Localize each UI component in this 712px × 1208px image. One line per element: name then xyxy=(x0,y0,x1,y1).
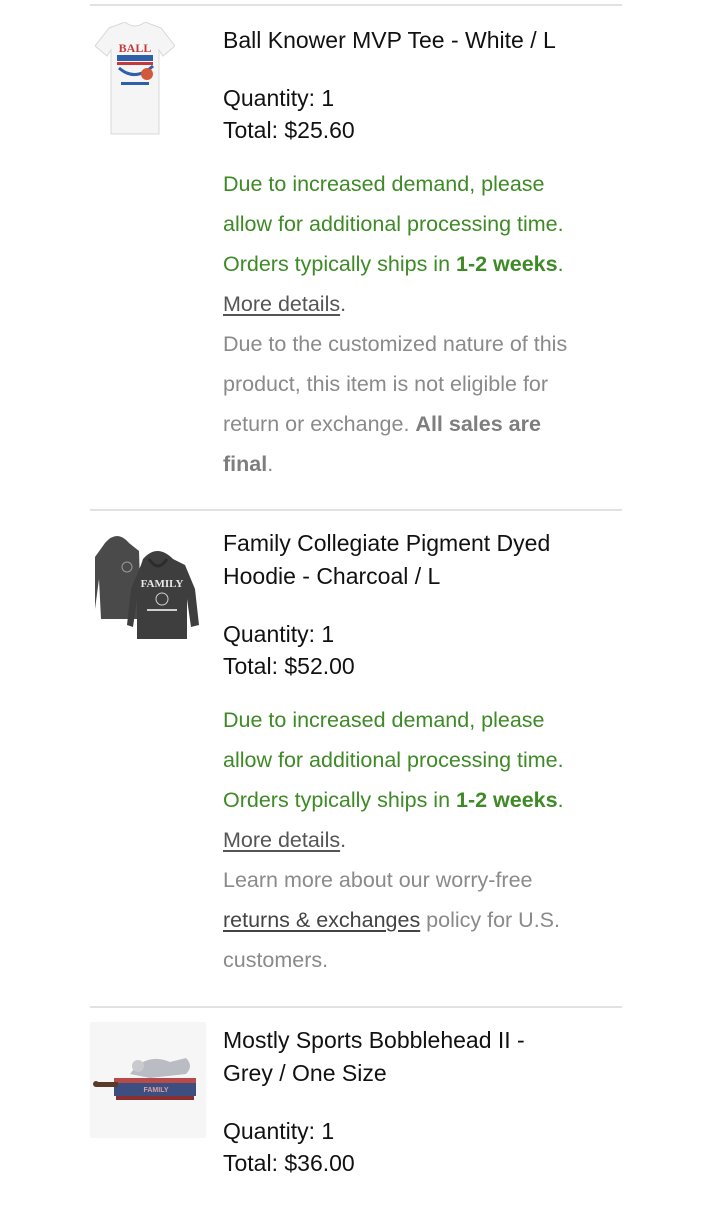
quantity-text: Quantity: 1 xyxy=(223,621,335,647)
more-details-link[interactable]: More details xyxy=(223,828,340,852)
more-details-link[interactable]: More details xyxy=(223,292,340,316)
order-item-list: BALL Ball Knower MVP Tee - White / L Qua… xyxy=(90,0,622,1208)
hoodie-image: FAMILY xyxy=(95,536,199,639)
notice-line: allow for additional processing time. xyxy=(223,212,564,236)
notice-line: Orders typically ships in 1-2 weeks. xyxy=(223,252,564,276)
product-image-hoodie[interactable]: FAMILY xyxy=(95,529,211,645)
item-details: Mostly Sports Bobblehead II - Grey / One … xyxy=(223,1008,623,1179)
policy-line: final. xyxy=(223,452,274,476)
notice-line: Due to increased demand, please xyxy=(223,708,545,732)
quantity-text: Quantity: 1 xyxy=(223,85,335,111)
tshirt-image: BALL xyxy=(94,21,176,135)
order-item-tee: BALL Ball Knower MVP Tee - White / L Qua… xyxy=(90,6,622,509)
bobblehead-logo-text: FAMILY xyxy=(143,1087,168,1094)
notice-line: More details. xyxy=(223,292,347,316)
notice-line: Due to increased demand, please xyxy=(223,172,545,196)
product-image-bobblehead[interactable]: FAMILY xyxy=(90,1022,206,1138)
policy-line: customers. xyxy=(223,948,329,972)
product-title[interactable]: Ball Knower MVP Tee - White / L xyxy=(223,24,623,57)
quantity-text: Quantity: 1 xyxy=(223,1118,335,1144)
total-text: Total: $25.60 xyxy=(223,117,355,143)
notice-line: allow for additional processing time. xyxy=(223,748,564,772)
processing-notice: Due to increased demand, please allow fo… xyxy=(223,164,623,324)
policy-line: returns & exchanges policy for U.S. xyxy=(223,908,560,932)
notice-line: More details. xyxy=(223,828,347,852)
order-item-bobblehead: FAMILY Mostly Sports Bobblehead II - Grey… xyxy=(90,1008,622,1208)
total-text: Total: $36.00 xyxy=(223,1150,355,1176)
processing-notice: Due to increased demand, please allow fo… xyxy=(223,700,623,860)
bobblehead-image: FAMILY xyxy=(93,1058,196,1100)
policy-line: product, this item is not eligible for xyxy=(223,372,549,396)
order-item-hoodie: FAMILY Family Collegiate Pigment Dyed Hoo… xyxy=(90,511,622,1006)
ship-time: 1-2 weeks xyxy=(456,252,558,276)
tee-logo-text: BALL xyxy=(119,41,152,55)
policy-line: Learn more about our worry-free xyxy=(223,868,533,892)
item-details: Ball Knower MVP Tee - White / L Quantity… xyxy=(223,6,623,484)
return-policy-notice: Learn more about our worry-free returns … xyxy=(223,860,623,980)
policy-line: Due to the customized nature of this xyxy=(223,332,568,356)
policy-line: return or exchange. All sales are xyxy=(223,412,541,436)
total-text: Total: $52.00 xyxy=(223,653,355,679)
item-details: Family Collegiate Pigment Dyed Hoodie - C… xyxy=(223,511,623,980)
hoodie-logo-text: FAMILY xyxy=(141,578,184,590)
notice-line: Orders typically ships in 1-2 weeks. xyxy=(223,788,564,812)
return-policy-notice: Due to the customized nature of this pro… xyxy=(223,324,623,484)
returns-exchanges-link[interactable]: returns & exchanges xyxy=(223,908,420,932)
product-title[interactable]: Mostly Sports Bobblehead II - Grey / One … xyxy=(223,1024,623,1090)
ship-time: 1-2 weeks xyxy=(456,788,558,812)
product-title[interactable]: Family Collegiate Pigment Dyed Hoodie - C… xyxy=(223,527,623,593)
product-image-tee[interactable]: BALL xyxy=(94,21,211,138)
